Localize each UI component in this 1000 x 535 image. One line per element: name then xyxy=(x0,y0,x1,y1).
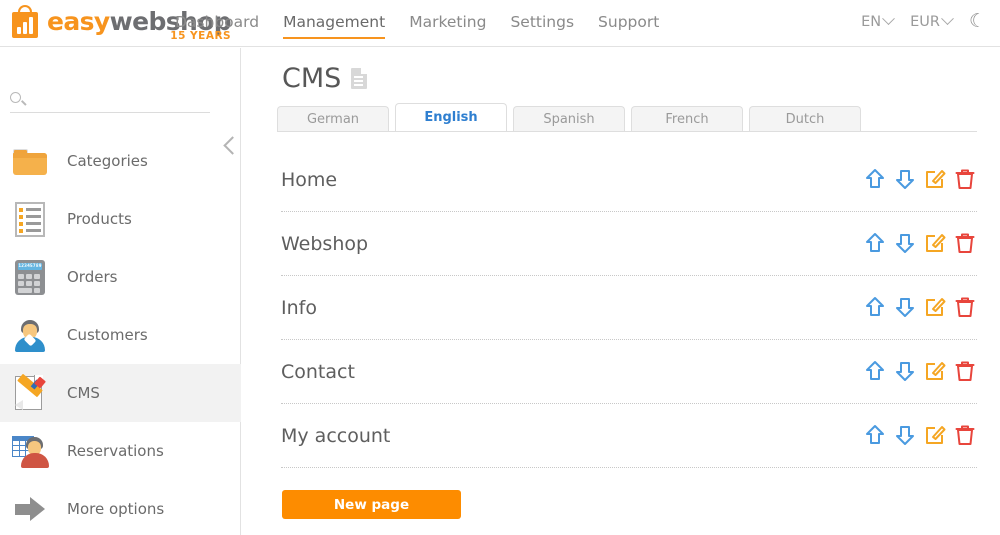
edit-icon[interactable] xyxy=(923,295,947,319)
row-actions xyxy=(863,231,977,257)
language-value: EN xyxy=(861,13,882,30)
nav-item-settings[interactable]: Settings xyxy=(510,13,574,39)
delete-icon[interactable] xyxy=(953,295,977,319)
table-row: Webshop xyxy=(281,212,977,276)
move-down-icon[interactable] xyxy=(893,359,917,383)
move-down-icon[interactable] xyxy=(893,423,917,447)
sidebar-item-label: CMS xyxy=(67,384,100,402)
table-row: Home xyxy=(281,148,977,212)
document-icon xyxy=(351,67,369,90)
sidebar-item-orders[interactable]: 12345789 Orders xyxy=(0,248,241,306)
row-actions xyxy=(863,359,977,385)
tab-dutch[interactable]: Dutch xyxy=(749,106,861,132)
edit-icon[interactable] xyxy=(923,423,947,447)
edit-icon[interactable] xyxy=(923,359,947,383)
shopping-bag-chart-icon xyxy=(10,4,40,38)
currency-value: EUR xyxy=(910,13,940,30)
currency-selector[interactable]: EUR xyxy=(910,12,954,30)
main-navigation: Dashboard Management Marketing Settings … xyxy=(175,13,659,39)
sidebar-item-label: Customers xyxy=(67,326,148,344)
page-name: Webshop xyxy=(281,232,369,255)
table-row: Contact xyxy=(281,340,977,404)
sidebar-search xyxy=(10,88,210,113)
sidebar-item-label: Products xyxy=(67,210,132,228)
sidebar-item-label: Categories xyxy=(67,152,148,170)
page-name: Contact xyxy=(281,360,355,383)
sidebar-item-label: More options xyxy=(67,500,165,518)
sidebar-item-reservations[interactable]: Reservations xyxy=(0,422,241,480)
page-title-text: CMS xyxy=(282,63,342,94)
sidebar-item-more-options[interactable]: More options xyxy=(0,480,241,535)
delete-icon[interactable] xyxy=(953,359,977,383)
nav-item-marketing[interactable]: Marketing xyxy=(409,13,486,39)
move-down-icon[interactable] xyxy=(893,167,917,191)
sidebar-item-label: Reservations xyxy=(67,442,164,460)
table-row: Info xyxy=(281,276,977,340)
delete-icon[interactable] xyxy=(953,231,977,255)
easywebshop-cms-page: easywebshop 15 YEARS Dashboard Managemen… xyxy=(0,0,1000,535)
main-content: CMS German English Spanish French Dutch … xyxy=(241,48,1000,535)
reservations-icon xyxy=(10,431,50,471)
sidebar: Categories Products 12345789 Orders Cust… xyxy=(0,48,242,535)
tabs-divider xyxy=(277,131,977,132)
chevron-down-icon xyxy=(941,12,954,26)
tab-german[interactable]: German xyxy=(277,106,389,132)
page-title: CMS xyxy=(282,63,369,94)
chevron-down-icon xyxy=(882,12,895,26)
tab-spanish[interactable]: Spanish xyxy=(513,106,625,132)
language-tabs: German English Spanish French Dutch xyxy=(277,103,977,132)
tab-english[interactable]: English xyxy=(395,103,507,132)
move-up-icon[interactable] xyxy=(863,295,887,319)
row-actions xyxy=(863,295,977,321)
move-up-icon[interactable] xyxy=(863,167,887,191)
table-row: My account xyxy=(281,404,977,468)
cms-page-list: Home Webshop Info Contact My account xyxy=(281,148,977,468)
page-name: Info xyxy=(281,296,317,319)
logo-easy: easy xyxy=(47,6,110,36)
sidebar-nav: Categories Products 12345789 Orders Cust… xyxy=(0,132,241,535)
edit-icon[interactable] xyxy=(923,167,947,191)
cms-edit-icon xyxy=(10,373,50,413)
move-down-icon[interactable] xyxy=(893,295,917,319)
row-actions xyxy=(863,167,977,193)
search-icon xyxy=(10,92,21,103)
tab-french[interactable]: French xyxy=(631,106,743,132)
delete-icon[interactable] xyxy=(953,423,977,447)
row-actions xyxy=(863,423,977,449)
move-up-icon[interactable] xyxy=(863,423,887,447)
delete-icon[interactable] xyxy=(953,167,977,191)
sidebar-item-label: Orders xyxy=(67,268,118,286)
sidebar-item-products[interactable]: Products xyxy=(0,190,241,248)
calculator-icon: 12345789 xyxy=(10,257,50,297)
sidebar-item-cms[interactable]: CMS xyxy=(0,364,241,422)
edit-icon[interactable] xyxy=(923,231,947,255)
nav-item-dashboard[interactable]: Dashboard xyxy=(175,13,259,39)
language-selector[interactable]: EN xyxy=(861,12,895,30)
move-down-icon[interactable] xyxy=(893,231,917,255)
move-up-icon[interactable] xyxy=(863,359,887,383)
page-name: Home xyxy=(281,168,338,191)
search-input[interactable] xyxy=(10,92,210,113)
header-utilities: EN EUR ☾ xyxy=(861,12,986,31)
page-name: My account xyxy=(281,424,391,447)
arrow-right-icon xyxy=(10,489,50,529)
moon-icon[interactable]: ☾ xyxy=(969,12,986,31)
sidebar-item-customers[interactable]: Customers xyxy=(0,306,241,364)
product-list-icon xyxy=(10,199,50,239)
move-up-icon[interactable] xyxy=(863,231,887,255)
customer-icon xyxy=(10,315,50,355)
new-page-button[interactable]: New page xyxy=(282,490,461,519)
nav-item-support[interactable]: Support xyxy=(598,13,659,39)
top-header: easywebshop 15 YEARS Dashboard Managemen… xyxy=(0,0,1000,47)
nav-item-management[interactable]: Management xyxy=(283,13,386,39)
folder-icon xyxy=(10,141,50,181)
sidebar-item-categories[interactable]: Categories xyxy=(0,132,241,190)
